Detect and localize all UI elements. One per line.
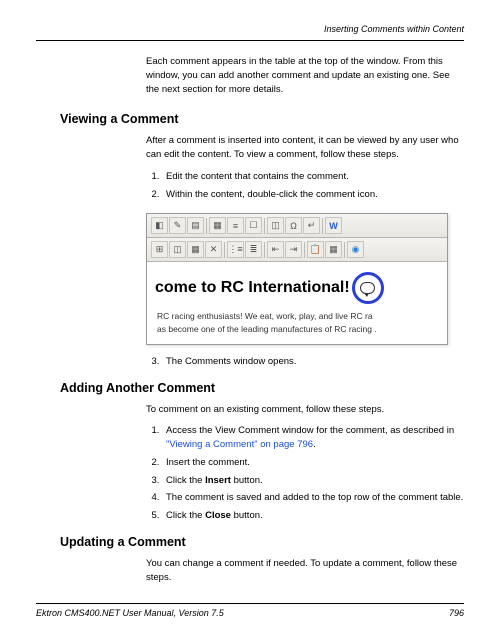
footer: Ektron CMS400.NET User Manual, Version 7…	[36, 603, 464, 618]
page-number: 796	[449, 608, 464, 618]
toolbar-button: ☐	[245, 217, 262, 234]
cross-reference-link[interactable]: "Viewing a Comment" on page 796	[166, 439, 313, 450]
toolbar-button: ✕	[205, 241, 222, 258]
toolbar-button: ↵	[303, 217, 320, 234]
toolbar-button: ◧	[151, 217, 168, 234]
toolbar-button: ◫	[267, 217, 284, 234]
toolbar-button: ▦	[187, 241, 204, 258]
heading-viewing: Viewing a Comment	[60, 112, 464, 126]
heading-updating: Updating a Comment	[60, 535, 464, 549]
header-rule	[36, 40, 464, 41]
editor-toolbar-row-2: ⊞ ◫ ▦ ✕ ⋮≡ ≣ ⇤ ⇥ 📋 ▦ ◉	[147, 238, 447, 262]
toolbar-button: ≡	[227, 217, 244, 234]
comment-icon	[360, 282, 375, 294]
toolbar-button: ≣	[245, 241, 262, 258]
toolbar-button: ✎	[169, 217, 186, 234]
intro-paragraph: Each comment appears in the table at the…	[146, 55, 464, 96]
updating-lead: You can change a comment if needed. To u…	[146, 557, 464, 585]
list-item: Insert the comment.	[162, 456, 464, 470]
list-item: Click the Insert button.	[162, 474, 464, 488]
toolbar-button: W	[325, 217, 342, 234]
toolbar-button: ▤	[187, 217, 204, 234]
adding-lead: To comment on an existing comment, follo…	[146, 403, 464, 417]
viewing-steps-after: The Comments window opens.	[146, 355, 464, 369]
clipboard-icon: 📋	[307, 241, 324, 258]
footer-manual-title: Ektron CMS400.NET User Manual, Version 7…	[36, 608, 224, 618]
toolbar-button: ⊞	[151, 241, 168, 258]
editor-content-pane: come to RC International! RC racing enth…	[147, 262, 447, 344]
editor-toolbar-row-1: ◧ ✎ ▤ ▦ ≡ ☐ ◫ Ω ↵ W	[147, 214, 447, 238]
highlight-circle	[352, 272, 384, 304]
toolbar-button: ▦	[209, 217, 226, 234]
viewing-steps-before: Edit the content that contains the comme…	[146, 170, 464, 202]
list-item: Edit the content that contains the comme…	[162, 170, 464, 184]
viewing-lead: After a comment is inserted into content…	[146, 134, 464, 162]
globe-icon: ◉	[347, 241, 364, 258]
list-item: Within the content, double-click the com…	[162, 188, 464, 202]
adding-steps: Access the View Comment window for the c…	[146, 424, 464, 523]
list-item: Click the Close button.	[162, 509, 464, 523]
sample-body-line1: RC racing enthusiasts! We eat, work, pla…	[155, 310, 439, 323]
sample-body-line2: as become one of the leading manufacture…	[155, 323, 439, 336]
toolbar-button: Ω	[285, 217, 302, 234]
page: Inserting Comments within Content Each c…	[0, 0, 500, 638]
toolbar-button: ⇤	[267, 241, 284, 258]
sample-headline: come to RC International!	[155, 279, 350, 297]
list-item: Access the View Comment window for the c…	[162, 424, 464, 452]
list-item: The Comments window opens.	[162, 355, 464, 369]
toolbar-button: ⋮≡	[227, 241, 244, 258]
heading-adding: Adding Another Comment	[60, 381, 464, 395]
toolbar-button: ▦	[325, 241, 342, 258]
running-header: Inserting Comments within Content	[36, 24, 464, 34]
list-item: The comment is saved and added to the to…	[162, 491, 464, 505]
editor-screenshot: ◧ ✎ ▤ ▦ ≡ ☐ ◫ Ω ↵ W ⊞ ◫ ▦ ✕ ⋮≡ ≣ ⇤ ⇥ 📋	[146, 213, 448, 345]
toolbar-button: ⇥	[285, 241, 302, 258]
toolbar-button: ◫	[169, 241, 186, 258]
